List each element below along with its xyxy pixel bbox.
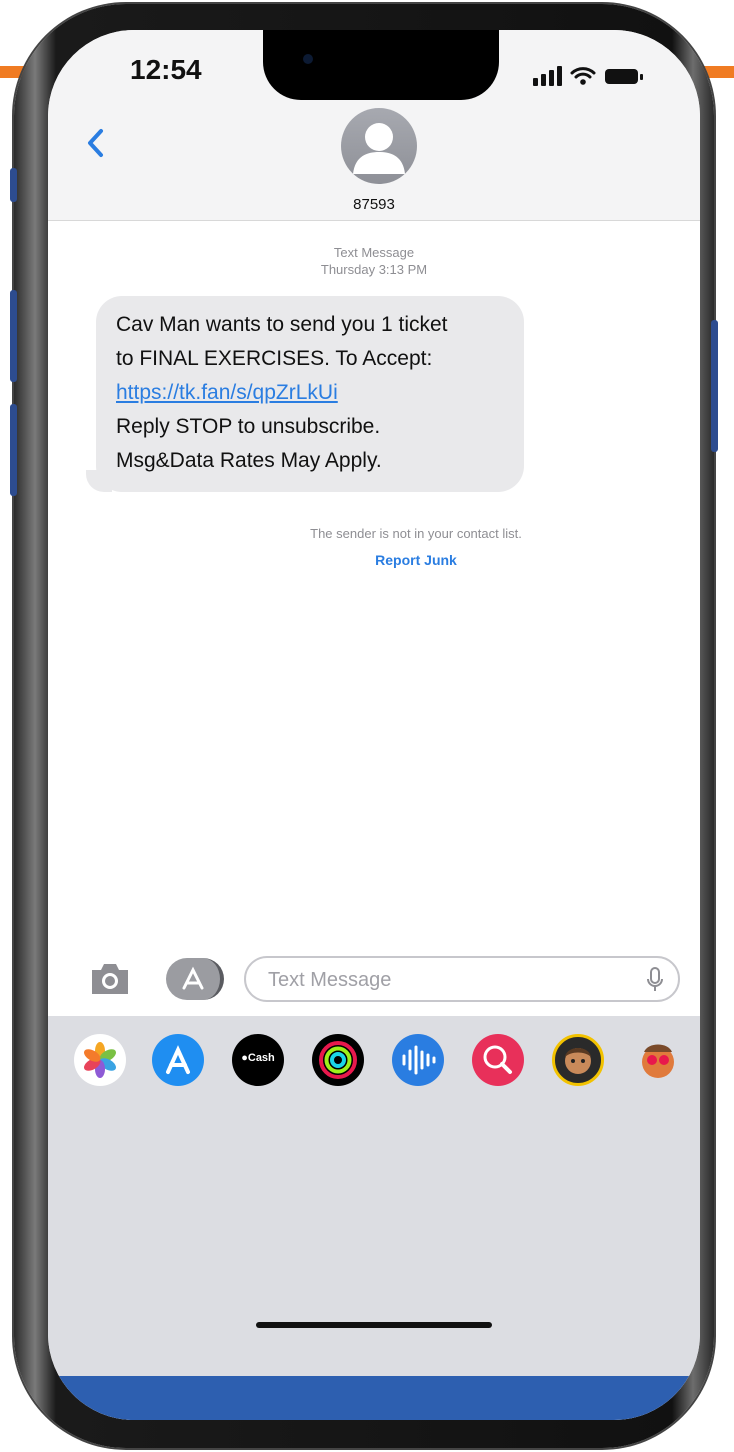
web-search-icon[interactable] — [472, 1034, 524, 1086]
composer-row — [48, 952, 700, 1006]
person-icon — [353, 123, 405, 174]
activity-rings-icon[interactable] — [312, 1034, 364, 1086]
front-camera-icon — [303, 54, 313, 64]
apple-cash-icon[interactable]: ●Cash — [232, 1034, 284, 1086]
message-line: Reply STOP to unsubscribe. — [116, 415, 381, 438]
message-input-field[interactable] — [244, 956, 680, 1002]
wifi-icon — [570, 67, 596, 85]
bottom-bezel-accent — [48, 1376, 700, 1420]
contact-number[interactable]: 87593 — [48, 196, 700, 213]
battery-icon — [605, 69, 643, 84]
phone-screen: 87593 12:54 Text Message Thursday 3:13 P… — [48, 30, 700, 1420]
contact-avatar[interactable] — [341, 108, 417, 184]
app-store-icon[interactable] — [152, 1034, 204, 1086]
status-icons — [533, 60, 644, 86]
imessage-app-drawer: ●Cash — [48, 1016, 700, 1420]
incoming-message-bubble[interactable]: Cav Man wants to send you 1 ticket to FI… — [96, 296, 524, 492]
side-button-volume-up — [10, 290, 17, 382]
app-store-button[interactable] — [166, 958, 224, 1000]
home-indicator[interactable] — [256, 1322, 492, 1328]
unknown-sender-notice: The sender is not in your contact list. — [310, 526, 522, 541]
report-junk-link[interactable]: Report Junk — [236, 552, 596, 568]
message-line: Cav Man wants to send you 1 ticket — [116, 313, 448, 336]
message-line: Msg&Data Rates May Apply. — [116, 449, 382, 472]
microphone-icon[interactable] — [646, 967, 664, 993]
apple-cash-label: Cash — [247, 1052, 275, 1064]
message-type-label: Text Message — [333, 245, 415, 260]
audio-message-icon[interactable] — [392, 1034, 444, 1086]
message-input[interactable] — [266, 964, 610, 996]
ticket-link[interactable]: https://tk.fan/s/qpZrLkUi — [116, 381, 338, 404]
message-date-label: Thursday 3:13 PM — [320, 262, 428, 277]
app-store-a-icon — [182, 966, 204, 990]
side-button-silent — [10, 168, 17, 202]
photos-app-icon[interactable] — [74, 1034, 126, 1086]
animoji-icon[interactable] — [632, 1034, 684, 1086]
back-chevron-icon[interactable] — [86, 128, 104, 163]
phone-frame: 87593 12:54 Text Message Thursday 3:13 P… — [10, 4, 718, 1448]
message-line: to FINAL EXERCISES. To Accept: — [116, 347, 433, 370]
camera-notch — [263, 30, 499, 100]
message-timestamp: Text Message Thursday 3:13 PM — [48, 244, 700, 278]
cellular-signal-icon — [533, 66, 562, 86]
memoji-icon[interactable] — [552, 1034, 604, 1086]
status-time: 12:54 — [130, 54, 202, 85]
side-button-volume-down — [10, 404, 17, 496]
camera-icon[interactable] — [88, 960, 132, 998]
side-button-power — [711, 320, 718, 452]
